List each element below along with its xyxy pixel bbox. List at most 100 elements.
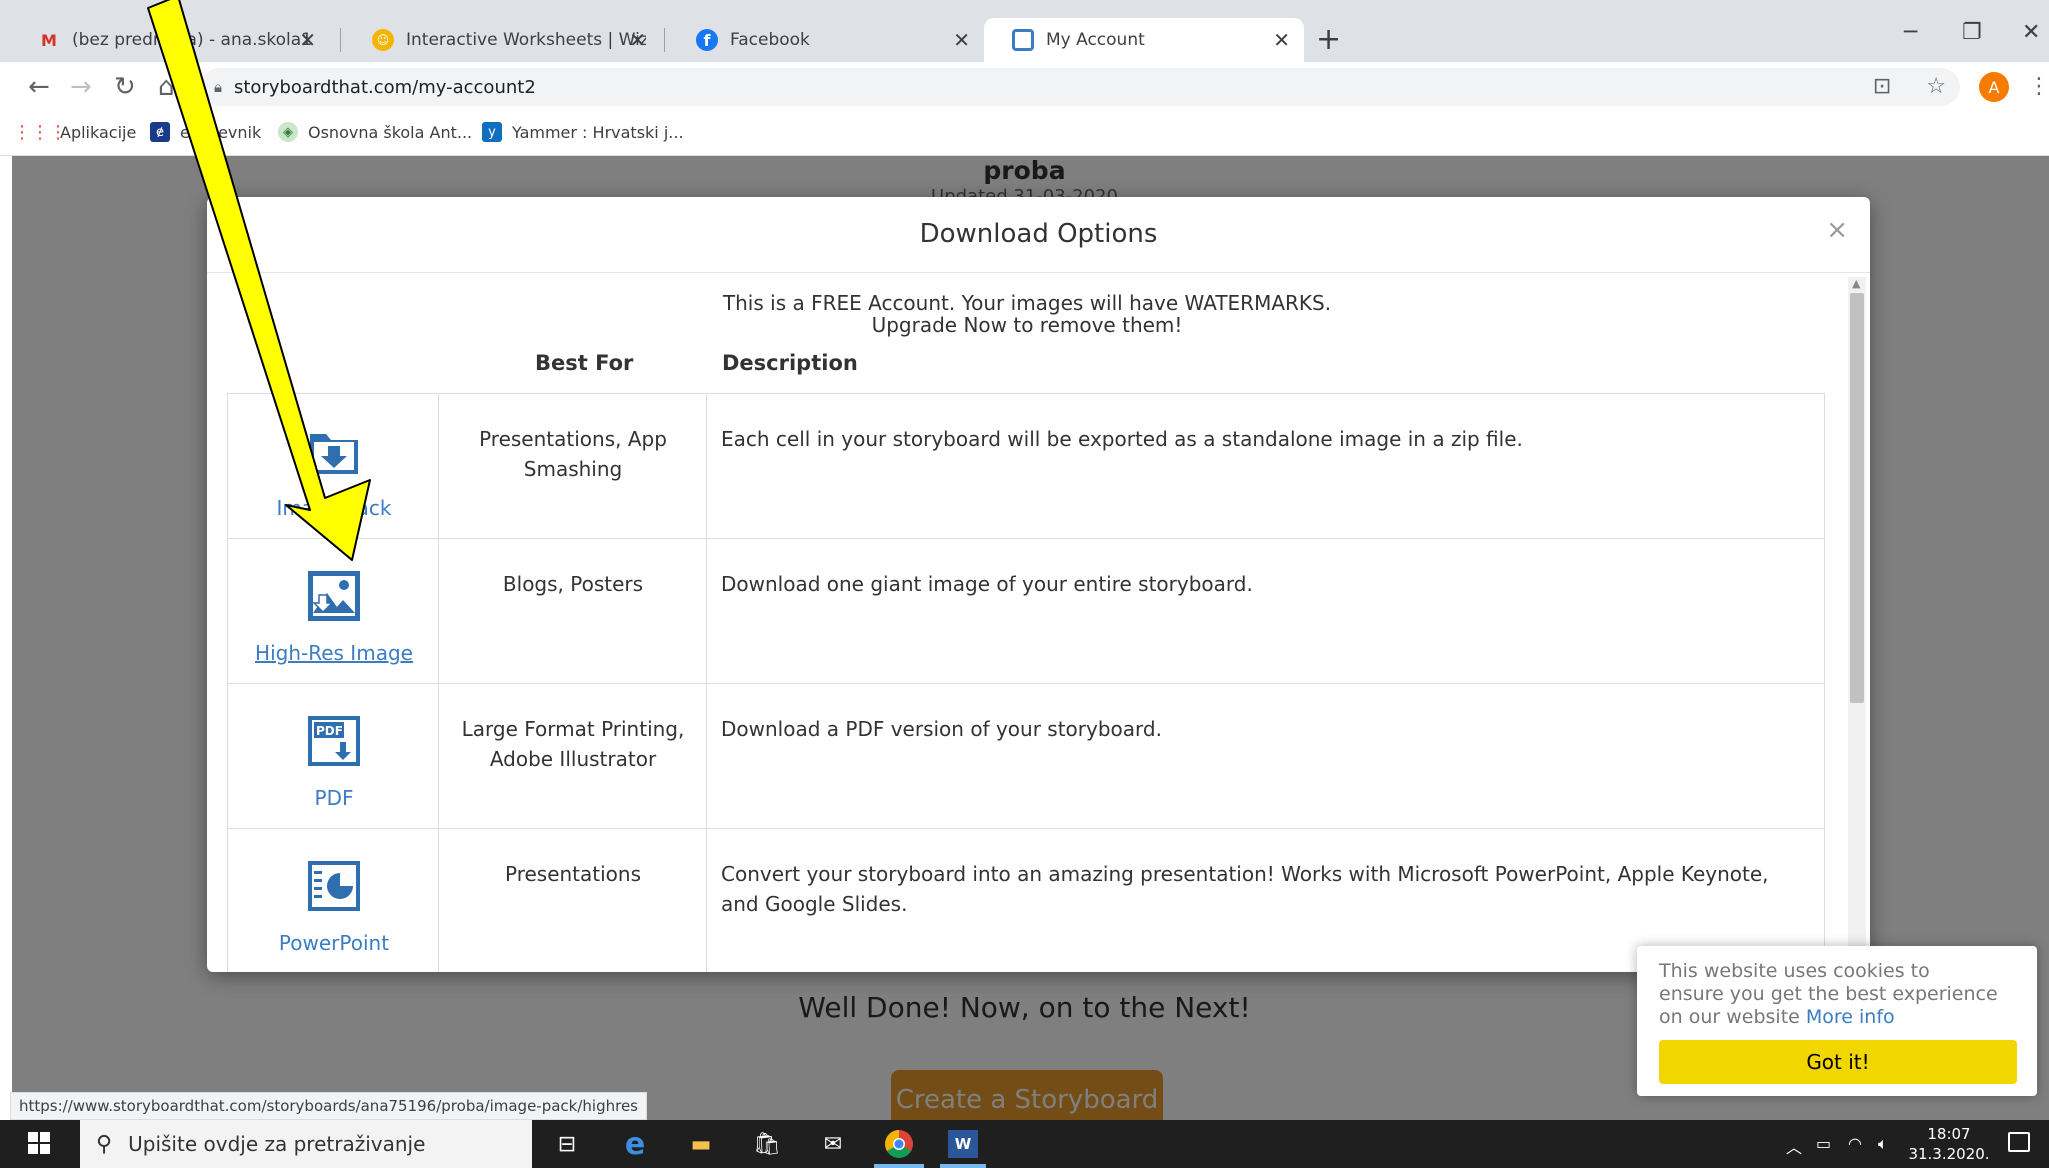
bookmark-yammer[interactable]: y Yammer : Hrvatski j... — [482, 122, 684, 142]
back-icon[interactable]: ← — [28, 72, 50, 102]
reload-icon[interactable]: ↻ — [114, 72, 136, 102]
forward-icon[interactable]: → — [70, 72, 92, 102]
bookmark-apps[interactable]: ⋮⋮⋮ Aplikacije — [13, 121, 136, 143]
modal-scrollbar[interactable]: ▲ — [1848, 277, 1866, 972]
new-tab-button[interactable]: + — [1316, 22, 1341, 57]
facebook-icon: f — [696, 29, 718, 51]
description-cell: Download a PDF version of your storyboar… — [707, 684, 1825, 828]
chrome-icon[interactable] — [882, 1128, 916, 1160]
pdf-icon: PDF — [308, 716, 360, 766]
task-view-icon[interactable]: ⊟ — [550, 1128, 584, 1160]
table-row: PowerPoint Presentations Convert your st… — [227, 829, 1825, 972]
option-label-image-pack[interactable]: Image Pack — [228, 496, 440, 520]
tab-wizer[interactable]: ☺ Interactive Worksheets | Wizer.me ✕ — [344, 18, 660, 62]
yammer-icon: y — [482, 122, 502, 142]
notification-center-icon[interactable] — [2008, 1132, 2030, 1152]
best-for-cell: Blogs, Posters — [439, 539, 707, 683]
taskbar-clock[interactable]: 18:07 31.3.2020. — [1908, 1124, 1990, 1164]
minimize-icon[interactable]: ─ — [1904, 20, 1917, 45]
option-cell[interactable]: PDF PDF — [227, 684, 439, 828]
option-label-pdf[interactable]: PDF — [228, 786, 440, 810]
table-row: Image Pack Presentations, App Smashing E… — [227, 394, 1825, 539]
translate-icon[interactable]: ⊡ — [1873, 74, 1891, 99]
bookmark-ednevnik[interactable]: ɇ e-Dnevnik — [150, 122, 261, 142]
bookmarks-bar: ⋮⋮⋮ Aplikacije ɇ e-Dnevnik ◈ Osnovna ško… — [0, 112, 2049, 156]
address-bar-row: ← → ↻ ⌂ 🔒︎ storyboardthat.com/my-account… — [0, 62, 2049, 112]
url-text: storyboardthat.com/my-account2 — [233, 76, 536, 98]
tab-title: (bez predmeta) - ana.skola1908@ — [72, 30, 312, 50]
apps-grid-icon: ⋮⋮⋮ — [13, 121, 67, 143]
active-app-indicator — [874, 1164, 924, 1168]
mail-icon[interactable]: ✉ — [816, 1128, 850, 1160]
option-cell[interactable]: High-Res Image — [227, 539, 439, 683]
close-tab-icon[interactable]: ✕ — [1273, 28, 1290, 52]
wifi-icon[interactable]: ◠ — [1848, 1134, 1862, 1153]
home-icon[interactable]: ⌂ — [158, 72, 175, 102]
tab-title: Facebook — [730, 30, 810, 50]
upgrade-notice[interactable]: Upgrade Now to remove them! — [207, 313, 1847, 337]
browser-tab-bar: M (bez predmeta) - ana.skola1908@ ✕ ☺ In… — [0, 0, 2049, 62]
tab-title: Interactive Worksheets | Wizer.me — [406, 30, 646, 50]
close-tab-icon[interactable]: ✕ — [299, 28, 316, 52]
page-edge — [0, 156, 12, 1120]
school-shield-icon: ◈ — [278, 122, 298, 142]
download-options-modal: Download Options × This is a FREE Accoun… — [207, 197, 1870, 972]
cookie-more-info-link[interactable]: More info — [1806, 1006, 1895, 1028]
bookmark-star-icon[interactable]: ☆ — [1926, 74, 1946, 99]
windows-start-icon[interactable] — [28, 1132, 50, 1154]
modal-close-icon[interactable]: × — [1826, 215, 1848, 245]
status-bar-url: https://www.storyboardthat.com/storyboar… — [10, 1092, 647, 1120]
high-res-image-icon — [308, 571, 360, 621]
store-icon[interactable]: 🛍︎ — [750, 1128, 784, 1160]
free-account-notice: This is a FREE Account. Your images will… — [722, 291, 1332, 315]
modal-header: Download Options × — [207, 197, 1870, 273]
modal-title: Download Options — [919, 219, 1158, 249]
bookmark-school[interactable]: ◈ Osnovna škola Ant... — [278, 122, 472, 142]
close-tab-icon[interactable]: ✕ — [953, 28, 970, 52]
cookie-text: This website uses cookies to ensure you … — [1659, 960, 1998, 1028]
tray-chevron-icon[interactable]: ︿ — [1786, 1134, 1802, 1158]
clock-date: 31.3.2020. — [1908, 1145, 1990, 1163]
tab-gmail[interactable]: M (bez predmeta) - ana.skola1908@ ✕ — [10, 18, 330, 62]
wizer-icon: ☺ — [372, 29, 394, 51]
cookie-accept-button[interactable]: Got it! — [1659, 1040, 2017, 1084]
column-header-best-for: Best For — [535, 351, 634, 375]
taskbar-search-input[interactable]: ⚲ Upišite ovdje za pretraživanje — [80, 1120, 532, 1168]
option-label-powerpoint[interactable]: PowerPoint — [228, 931, 440, 955]
close-tab-icon[interactable]: ✕ — [629, 28, 646, 52]
best-for-cell: Presentations, App Smashing — [439, 394, 707, 538]
clock-time: 18:07 — [1927, 1125, 1971, 1143]
image-pack-icon — [310, 434, 358, 474]
lock-icon: 🔒︎ — [214, 78, 222, 96]
tab-my-account[interactable]: My Account ✕ — [984, 18, 1304, 62]
option-label-high-res-image[interactable]: High-Res Image — [228, 641, 440, 665]
windows-taskbar: ⚲ Upišite ovdje za pretraživanje ⊟ e ▬ 🛍… — [0, 1120, 2049, 1168]
tab-title: My Account — [1046, 30, 1145, 50]
tab-facebook[interactable]: f Facebook ✕ — [668, 18, 984, 62]
file-explorer-icon[interactable]: ▬ — [684, 1128, 718, 1160]
option-cell[interactable]: Image Pack — [227, 394, 439, 538]
scrollbar-thumb[interactable] — [1850, 293, 1864, 703]
chrome-logo-icon — [885, 1130, 913, 1158]
edge-icon[interactable]: e — [618, 1127, 652, 1162]
word-icon[interactable]: W — [948, 1130, 978, 1158]
window-close-icon[interactable]: ✕ — [2022, 20, 2040, 45]
option-cell[interactable]: PowerPoint — [227, 829, 439, 972]
best-for-cell: Large Format Printing, Adobe Illustrator — [439, 684, 707, 828]
volume-icon[interactable]: 🔈︎ — [1878, 1134, 1888, 1154]
restore-icon[interactable]: ❐ — [1962, 20, 1982, 45]
url-bar[interactable]: 🔒︎ storyboardthat.com/my-account2 ⊡ ☆ — [200, 68, 1960, 106]
table-row: High-Res Image Blogs, Posters Download o… — [227, 539, 1825, 684]
table-row: PDF PDF Large Format Printing, Adobe Ill… — [227, 684, 1825, 829]
powerpoint-icon — [308, 861, 360, 911]
scroll-up-icon[interactable]: ▲ — [1852, 277, 1860, 290]
search-icon: ⚲ — [96, 1131, 113, 1157]
active-app-indicator — [940, 1164, 986, 1168]
browser-menu-icon[interactable]: ⋮ — [2028, 74, 2049, 99]
download-options-table: Image Pack Presentations, App Smashing E… — [227, 393, 1825, 972]
battery-icon[interactable]: ▭ — [1816, 1134, 1831, 1153]
best-for-cell: Presentations — [439, 829, 707, 972]
description-cell: Each cell in your storyboard will be exp… — [707, 394, 1825, 538]
gmail-icon: M — [41, 30, 57, 50]
profile-avatar[interactable]: A — [1979, 72, 2009, 102]
